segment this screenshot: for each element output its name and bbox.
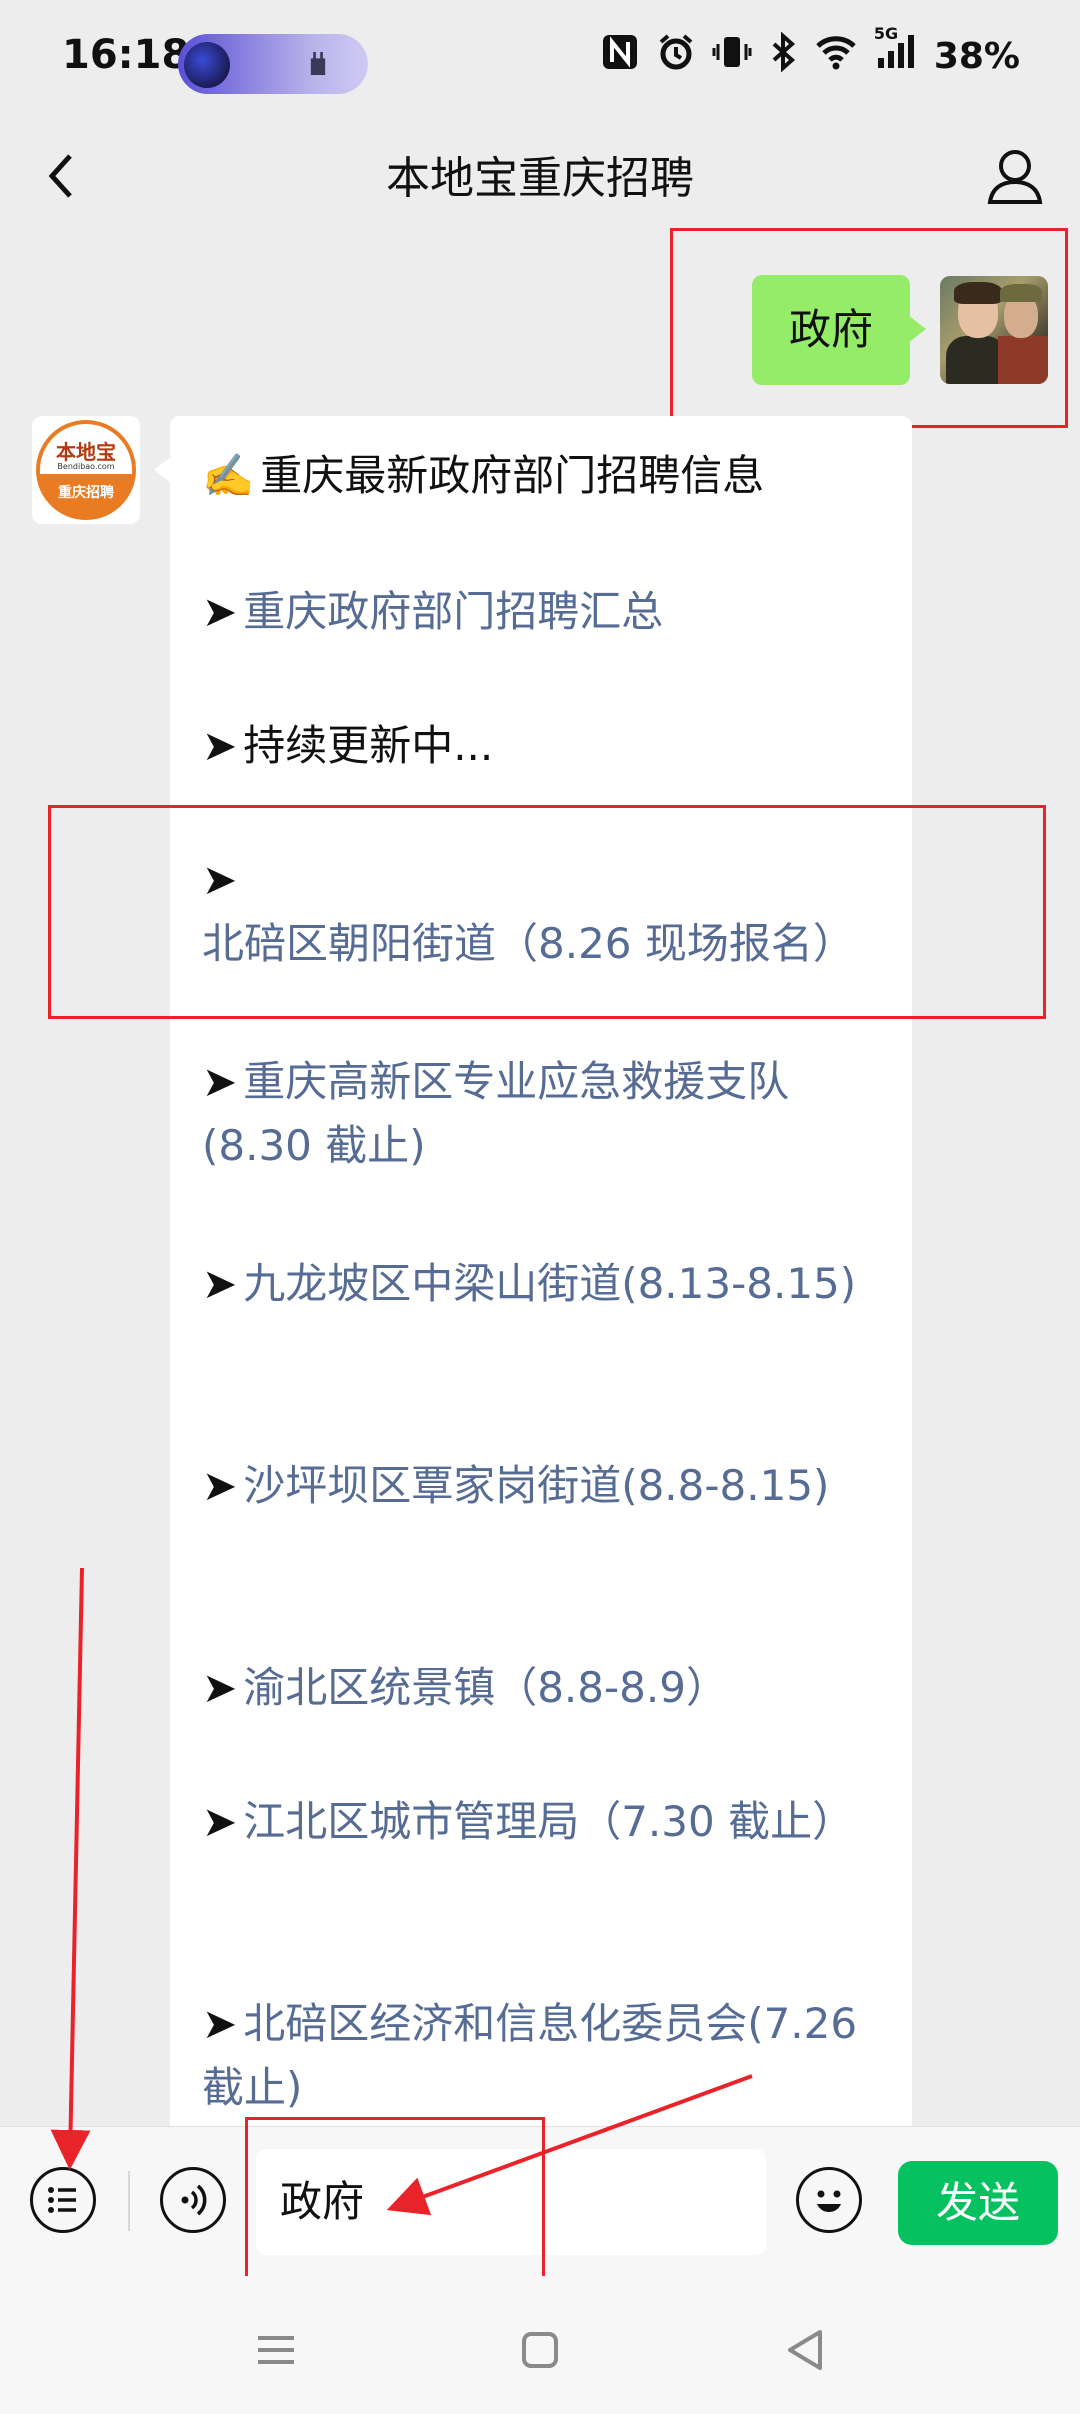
back-nav-button[interactable] <box>776 2320 836 2380</box>
menu-lines-icon <box>258 2336 294 2364</box>
triangle-back-icon <box>788 2330 822 2370</box>
annotation-arrow <box>386 2074 753 2216</box>
annotation-arrow <box>50 1567 91 2170</box>
home-button[interactable] <box>510 2320 570 2380</box>
recents-button[interactable] <box>246 2320 306 2380</box>
annotation-arrows <box>50 1567 753 2216</box>
system-navigation-bar <box>0 2276 1080 2414</box>
square-icon <box>522 2332 558 2368</box>
